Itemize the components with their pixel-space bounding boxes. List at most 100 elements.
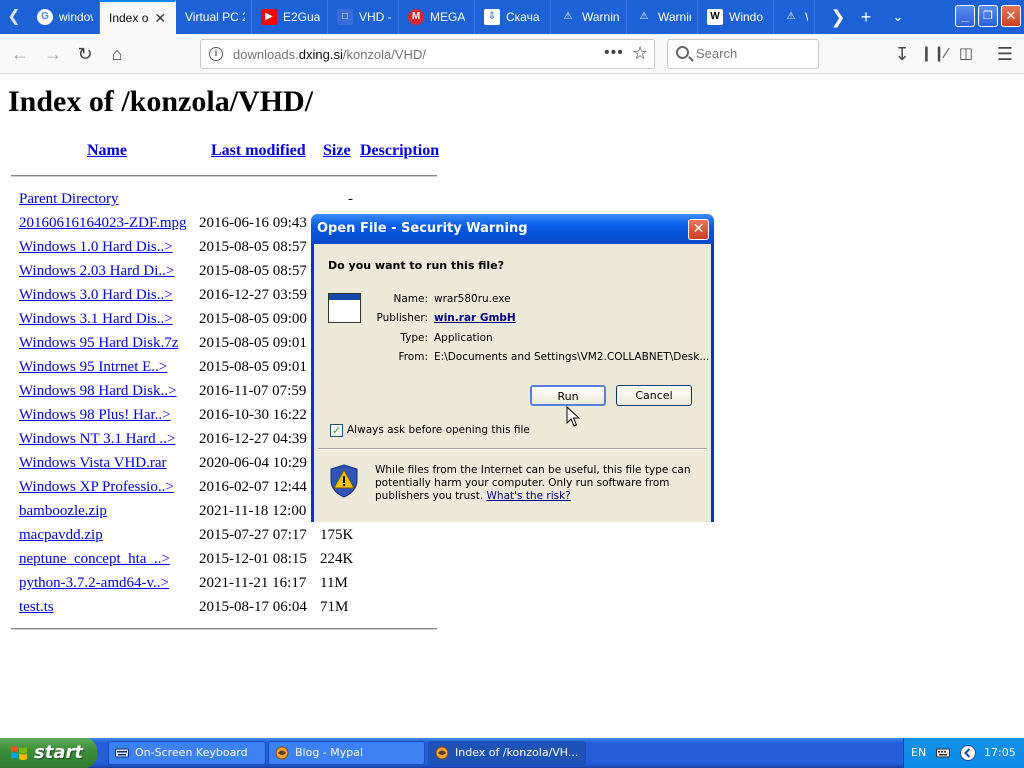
run-button[interactable]: Run [530, 385, 606, 406]
tab-label: Warnin [582, 10, 620, 24]
file-row: macpavdd.zip 2015-07-27 07:17 175K [11, 527, 441, 549]
file-modified: 2015-07-27 07:17 [199, 527, 307, 543]
type-label: Type: [400, 332, 428, 344]
file-name-link[interactable]: macpavdd.zip [19, 527, 103, 544]
file-modified: 2015-08-05 08:57 [199, 263, 307, 279]
tab-label: Index o [109, 11, 149, 25]
minimize-icon[interactable]: _ [955, 5, 975, 27]
window-close-icon[interactable]: ✕ [1001, 5, 1021, 27]
always-ask-checkbox[interactable]: ✓ [330, 424, 343, 437]
search-input[interactable] [696, 46, 811, 61]
tab-label: Warnin [658, 10, 691, 24]
tab-6[interactable]: ⇩ Скача [475, 0, 551, 34]
site-info-icon[interactable]: i [209, 47, 223, 61]
tab-0[interactable]: Gwindow [28, 0, 100, 34]
file-modified: 2015-12-01 08:15 [199, 551, 307, 567]
page-title: Index of /konzola/VHD/ [8, 85, 314, 118]
file-name-link[interactable]: Windows Vista VHD.rar [19, 455, 167, 472]
footer-rule [11, 628, 437, 630]
file-row: test.ts 2015-08-17 06:04 71M [11, 599, 441, 621]
tab-8[interactable]: ⚠ Warnin [627, 0, 698, 34]
parent-directory-size: - [348, 191, 353, 207]
clock[interactable]: 17:05 [984, 746, 1016, 759]
search-bar[interactable] [667, 39, 819, 69]
file-name-link[interactable]: Windows 2.03 Hard Di..> [19, 263, 174, 280]
column-size-header[interactable]: Size [323, 142, 351, 160]
security-warning-dialog: Open File - Security Warning ✕ Do you wa… [311, 214, 714, 522]
bookmark-star-icon[interactable]: ☆ [632, 43, 648, 64]
file-name-link[interactable]: Windows 98 Plus! Har..> [19, 407, 171, 424]
file-name-link[interactable]: Windows 3.1 Hard Dis..> [19, 311, 173, 328]
restore-icon[interactable]: ❐ [978, 5, 998, 27]
start-label: start [34, 742, 83, 763]
sidebar-icon[interactable]: ◫ [952, 40, 980, 68]
tab-4[interactable]: □ VHD - V [328, 0, 399, 34]
file-name-link[interactable]: test.ts [19, 599, 54, 616]
always-ask-label[interactable]: Always ask before opening this file [347, 424, 530, 436]
taskbar-item-0[interactable]: On-Screen Keyboard [108, 741, 266, 765]
all-tabs-chevron-icon[interactable]: ⌄ [883, 0, 913, 34]
file-name-link[interactable]: Windows 95 Hard Disk.7z [19, 335, 178, 352]
dialog-title: Open File - Security Warning [317, 221, 528, 236]
page-actions-icon[interactable]: ••• [604, 44, 624, 62]
network-tray-icon[interactable] [960, 745, 976, 761]
tab-close-icon[interactable]: ✕ [154, 10, 166, 27]
file-name-link[interactable]: Windows 3.0 Hard Dis..> [19, 287, 173, 304]
library-icon[interactable]: ❙❙⁄ [920, 40, 948, 68]
tab-10[interactable]: ⚠W [774, 0, 815, 34]
file-name-link[interactable]: Windows NT 3.1 Hard ..> [19, 431, 175, 448]
dialog-titlebar[interactable]: Open File - Security Warning ✕ [311, 214, 714, 244]
file-modified: 2016-06-16 09:43 [199, 215, 307, 231]
home-icon[interactable]: ⌂ [103, 40, 131, 68]
download-icon: ⇩ [484, 9, 500, 25]
file-name-link[interactable]: bamboozle.zip [19, 503, 107, 520]
publisher-link[interactable]: win.rar GmbH [434, 312, 516, 324]
url-text[interactable]: downloads.dxing.si/konzola/VHD/ [233, 47, 426, 62]
column-modified-header[interactable]: Last modified [211, 142, 306, 160]
file-name-link[interactable]: Windows 98 Hard Disk..> [19, 383, 176, 400]
new-tab-icon[interactable]: + [851, 0, 881, 34]
file-modified: 2016-12-27 03:59 [199, 287, 307, 303]
mouse-cursor-icon [566, 406, 580, 427]
file-modified: 2015-08-17 06:04 [199, 599, 307, 615]
file-name-link[interactable]: 20160616164023-ZDF.mpg [19, 215, 187, 232]
start-button[interactable]: start [0, 738, 97, 768]
tab-scroll-left-icon[interactable]: ❮ [0, 0, 28, 34]
mypal-icon [275, 746, 289, 760]
whats-the-risk-link[interactable]: What's the risk? [487, 490, 571, 502]
taskbar-item-2[interactable]: Index of /konzola/VH... [428, 741, 586, 765]
file-name-link[interactable]: Windows 95 Intrnet E..> [19, 359, 167, 376]
file-modified: 2015-08-05 09:00 [199, 311, 307, 327]
file-name-link[interactable]: neptune_concept_hta_..> [19, 551, 170, 568]
file-name-link[interactable]: Windows XP Professio..> [19, 479, 174, 496]
back-icon[interactable]: ← [6, 40, 34, 68]
tab-2[interactable]: Virtual PC 2 [176, 0, 252, 34]
language-indicator[interactable]: EN [911, 746, 926, 759]
tab-9[interactable]: W Windo [698, 0, 774, 34]
keyboard-tray-icon[interactable] [936, 746, 950, 760]
warning-icon: ⚠ [639, 11, 649, 22]
tab-scroll-right-icon[interactable]: ❯ [823, 0, 853, 34]
search-icon [676, 46, 689, 59]
reload-icon[interactable]: ↻ [71, 40, 99, 68]
tab-3[interactable]: ▶ E2Gua [252, 0, 328, 34]
dialog-close-icon[interactable]: ✕ [688, 219, 709, 240]
file-modified: 2016-10-30 16:22 [199, 407, 307, 423]
wikipedia-icon: W [707, 9, 723, 25]
downloads-icon[interactable]: ↧ [888, 40, 916, 68]
url-bar[interactable]: i downloads.dxing.si/konzola/VHD/ ••• ☆ [200, 39, 655, 69]
tab-1[interactable]: Index o ✕ [100, 0, 176, 34]
tab-7[interactable]: ⚠ Warnin [551, 0, 627, 34]
cancel-button[interactable]: Cancel [616, 385, 692, 406]
column-name-header[interactable]: Name [87, 142, 127, 160]
menu-icon[interactable]: ☰ [991, 40, 1019, 68]
taskbar-item-1[interactable]: Blog - Mypal [268, 741, 425, 765]
forward-icon[interactable]: → [39, 40, 67, 68]
publisher-label: Publisher: [376, 312, 428, 324]
column-description-header[interactable]: Description [360, 142, 439, 160]
file-name-link[interactable]: Windows 1.0 Hard Dis..> [19, 239, 173, 256]
parent-directory-link[interactable]: Parent Directory [19, 191, 119, 208]
tab-5[interactable]: M MEGA [399, 0, 475, 34]
tab-label: VHD - V [359, 10, 392, 24]
file-name-link[interactable]: python-3.7.2-amd64-v..> [19, 575, 169, 592]
